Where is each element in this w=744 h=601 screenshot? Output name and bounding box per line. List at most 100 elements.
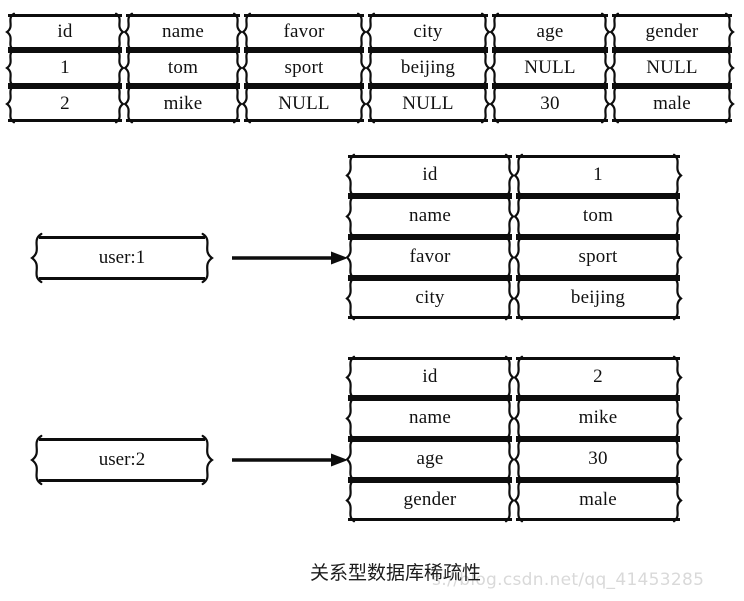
brace-left-icon [4,85,16,123]
cell-top-rule [492,50,608,53]
brace-left-icon [512,397,524,440]
brace-left-icon [512,236,524,279]
table-cell-value: 2 [60,92,70,114]
brace-right-icon [724,85,736,123]
cell-top-rule [348,278,512,281]
table-header-label: city [413,20,443,42]
table-cell-value: male [653,92,691,114]
detail-value-label: 1 [593,164,603,185]
table-cell-value: mike [163,92,203,114]
detail-field-label: id [422,164,438,185]
cell-top-rule [516,480,680,483]
brace-left-icon [364,85,376,123]
cell-top-rule [348,357,512,360]
key-box-bottom-rule [39,277,205,280]
detail-value-cell: mike [514,398,682,439]
cell-bottom-rule [244,119,364,122]
cell-top-rule [368,50,488,53]
cell-top-rule [126,50,240,53]
brace-left-icon [122,49,134,87]
table-header-cell: gender [610,14,734,50]
cell-top-rule [612,50,732,53]
brace-left-icon [344,438,356,481]
arrow-right-icon [232,250,350,266]
detail-value-cell: 30 [514,439,682,480]
cell-bottom-rule [348,316,512,319]
brace-left-icon [28,233,44,283]
brace-right-icon [672,438,684,481]
brace-left-icon [364,13,376,51]
brace-left-icon [512,479,524,522]
cell-top-rule [348,439,512,442]
table-header-label: id [57,20,73,42]
table-header-label: name [162,20,204,42]
brace-left-icon [122,13,134,51]
detail-field-cell: city [346,278,514,319]
detail-value-label: tom [582,205,614,226]
detail-value-label: 30 [588,448,608,469]
brace-right-icon [672,479,684,522]
detail-value-cell: tom [514,196,682,237]
key-box-top-rule [39,236,205,239]
brace-left-icon [344,277,356,320]
brace-left-icon [240,85,252,123]
detail-field-cell: id [346,155,514,196]
cell-bottom-rule [492,119,608,122]
table-cell-value: 1 [60,56,70,78]
brace-right-icon [724,49,736,87]
table-header-cell: favor [242,14,366,50]
brace-left-icon [512,154,524,197]
table-row-cell: NULL [242,86,366,122]
brace-left-icon [488,49,500,87]
detail-field-label: id [422,366,438,387]
key-box-top-rule [39,438,205,441]
key-box-label: user:2 [98,449,146,470]
brace-left-icon [344,195,356,238]
brace-left-icon [28,435,44,485]
cell-bottom-rule [516,518,680,521]
detail-field-label: favor [409,246,451,267]
detail-value-cell: 1 [514,155,682,196]
detail-field-label: city [415,287,445,308]
brace-right-icon [200,435,216,485]
brace-left-icon [608,13,620,51]
brace-right-icon [672,397,684,440]
cell-top-rule [368,86,488,89]
cell-top-rule [244,14,364,17]
brace-left-icon [364,49,376,87]
brace-right-icon [672,195,684,238]
detail-value-label: beijing [570,287,626,308]
detail-field-label: name [409,407,451,428]
table-cell-value: beijing [400,56,456,78]
table-header-label: age [536,20,564,42]
detail-value-cell: male [514,480,682,521]
cell-top-rule [516,398,680,401]
cell-top-rule [516,155,680,158]
cell-top-rule [612,14,732,17]
key-box-label: user:1 [98,247,146,268]
table-row-cell: NULL [490,50,610,86]
table-cell-value: 30 [540,92,560,114]
cell-bottom-rule [8,119,122,122]
brace-left-icon [122,85,134,123]
brace-left-icon [488,13,500,51]
table-header-cell: city [366,14,490,50]
table-row-cell: sport [242,50,366,86]
key-box: user:2 [34,438,210,482]
table-cell-value: tom [167,56,199,78]
cell-top-rule [348,398,512,401]
table-header-label: gender [645,20,699,42]
key-box-bottom-rule [39,479,205,482]
table-row-cell: 2 [6,86,124,122]
table-header-label: favor [283,20,325,42]
cell-top-rule [368,14,488,17]
detail-value-label: 2 [593,366,603,387]
detail-value-label: sport [578,246,618,267]
table-cell-value: NULL [402,92,454,114]
cell-top-rule [244,50,364,53]
brace-left-icon [344,356,356,399]
detail-field-cell: name [346,398,514,439]
cell-top-rule [492,14,608,17]
brace-left-icon [240,49,252,87]
brace-right-icon [724,13,736,51]
